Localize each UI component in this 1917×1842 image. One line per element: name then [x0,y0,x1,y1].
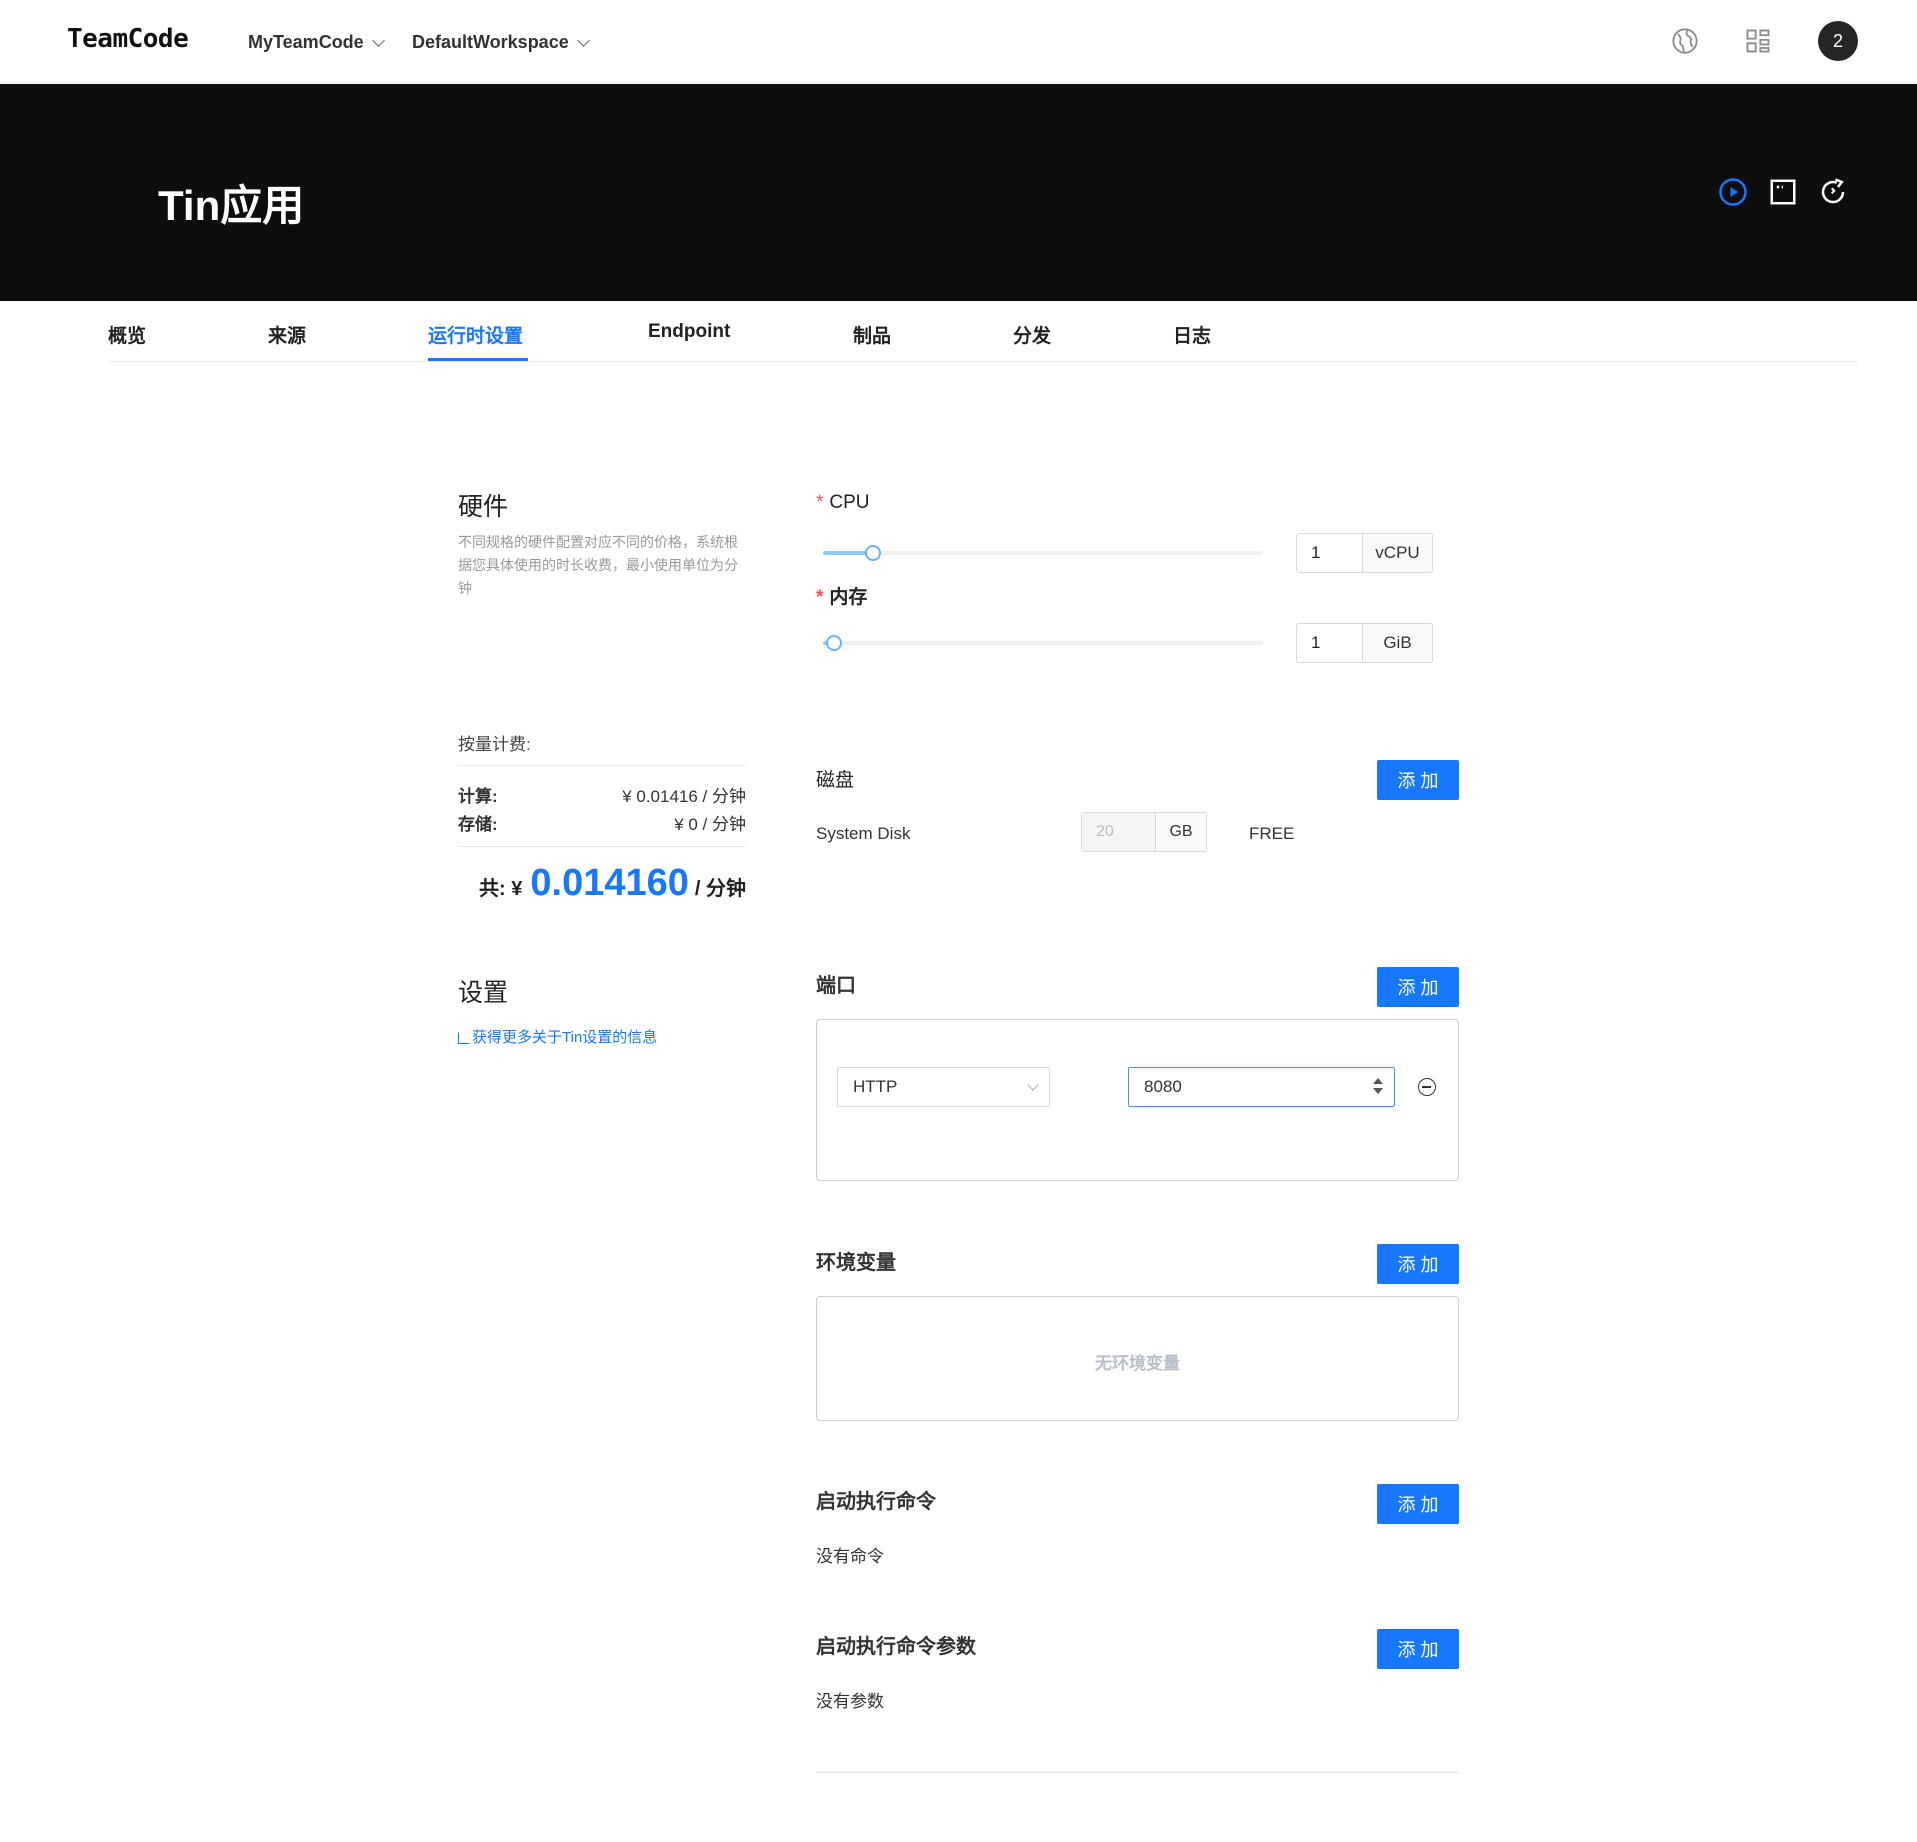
env-empty-text: 无环境变量 [1095,1354,1180,1373]
chevron-down-icon [371,33,385,47]
add-port-button[interactable]: 添加 [1377,967,1459,1007]
compute-price-row: 计算: ¥ 0.01416 / 分钟 [458,782,746,807]
cpu-slider-track[interactable] [823,551,1263,555]
terminal-icon[interactable] [1768,177,1798,207]
chevron-down-icon [1027,1079,1039,1091]
compute-label: 计算: [458,787,498,806]
system-disk-label: System Disk [816,824,911,843]
memory-input[interactable]: 1 [1297,624,1363,662]
add-startup-args-button[interactable]: 添加 [1377,1629,1459,1669]
total-label: 共: ¥ [479,878,523,900]
remove-port-icon[interactable] [1418,1078,1436,1096]
teamcode-logo[interactable]: TeamCode [67,24,189,54]
divider [816,1772,1459,1773]
divider [458,765,746,766]
ports-list: HTTP 8080 [816,1019,1459,1181]
tab-source[interactable]: 来源 [268,321,306,348]
add-startup-command-button[interactable]: 添加 [1377,1484,1459,1524]
chevron-down-icon [576,33,590,47]
workspace-dropdown[interactable]: DefaultWorkspace [412,32,590,53]
total-price: 共: ¥ 0.014160 / 分钟 [463,862,746,905]
app-title: Tin应用 [158,182,305,229]
startup-args-empty: 没有参数 [816,1692,884,1711]
settings-info-link-label: 获得更多关于Tin设置的信息 [472,1029,658,1046]
storage-price: ¥ 0 / 分钟 [674,815,746,834]
tab-bar: 概览 来源 运行时设置 Endpoint 制品 分发 日志 [108,301,1858,362]
globe-icon[interactable] [1671,27,1699,55]
settings-info-link[interactable]: 获得更多关于Tin设置的信息 [458,1026,657,1047]
disk-size-unit: GB [1156,813,1206,851]
compute-price: ¥ 0.01416 / 分钟 [622,787,746,806]
memory-slider-handle[interactable] [825,635,842,651]
hardware-title: 硬件 [458,493,509,521]
add-disk-button[interactable]: 添加 [1377,760,1459,800]
memory-slider-track[interactable] [823,641,1263,645]
user-avatar[interactable]: 2 [1818,21,1858,61]
cpu-unit: vCPU [1363,534,1432,572]
workspace-dropdown-label: DefaultWorkspace [412,32,569,52]
external-link-icon [458,1031,470,1044]
tab-overview[interactable]: 概览 [108,321,146,348]
tab-artifacts[interactable]: 制品 [853,321,891,348]
cpu-label: * CPU [816,492,870,514]
port-number-input[interactable]: 8080 [1128,1067,1395,1107]
protocol-select-value: HTTP [853,1077,898,1096]
number-stepper-icon[interactable] [1372,1076,1384,1098]
divider [458,846,746,847]
env-title: 环境变量 [816,1252,896,1274]
billing-title: 按量计费: [458,735,531,754]
active-tab-indicator [428,358,528,361]
startup-command-empty: 没有命令 [816,1547,884,1566]
org-dropdown-label: MyTeamCode [248,32,364,52]
disk-tier-label: FREE [1249,824,1295,843]
app-header-banner: Tin应用 [0,84,1917,301]
cpu-input-group: 1 vCPU [1296,533,1433,573]
memory-input-group: 1 GiB [1296,623,1433,663]
settings-title: 设置 [458,979,509,1007]
memory-unit: GiB [1363,624,1432,662]
play-icon[interactable] [1718,177,1748,207]
startup-command-title: 启动执行命令 [816,1491,936,1513]
port-number-value: 8080 [1144,1077,1182,1096]
env-list: 无环境变量 [816,1296,1459,1421]
startup-args-title: 启动执行命令参数 [816,1636,976,1658]
disk-size-group: 20 GB [1081,812,1207,852]
disk-title: 磁盘 [816,770,855,791]
storage-label: 存储: [458,815,498,834]
cpu-input[interactable]: 1 [1297,534,1363,572]
protocol-select[interactable]: HTTP [837,1067,1050,1107]
top-navigation-bar: TeamCode MyTeamCode DefaultWorkspace 2 [0,0,1917,83]
tab-distribution[interactable]: 分发 [1013,321,1051,348]
apps-grid-icon[interactable] [1744,27,1772,55]
hardware-description: 不同规格的硬件配置对应不同的价格，系统根据您具体使用的时长收费，最小使用单位为分… [458,534,738,596]
tab-endpoint[interactable]: Endpoint [648,321,730,343]
memory-label-text: 内存 [829,587,868,608]
required-mark: * [816,492,824,513]
tab-runtime-settings[interactable]: 运行时设置 [428,321,523,348]
disk-size-input: 20 [1082,813,1156,851]
org-dropdown[interactable]: MyTeamCode [248,32,385,53]
add-env-button[interactable]: 添加 [1377,1244,1459,1284]
memory-label: * 内存 [816,582,867,609]
cpu-slider-fill [823,551,872,555]
total-unit: / 分钟 [694,878,746,900]
storage-price-row: 存储: ¥ 0 / 分钟 [458,810,746,835]
cpu-slider-handle[interactable] [865,545,882,561]
ports-title: 端口 [816,975,856,997]
required-mark: * [816,587,824,608]
tab-logs[interactable]: 日志 [1173,321,1211,348]
cpu-label-text: CPU [829,492,870,513]
restart-icon[interactable] [1818,177,1848,207]
total-value: 0.014160 [530,862,689,904]
